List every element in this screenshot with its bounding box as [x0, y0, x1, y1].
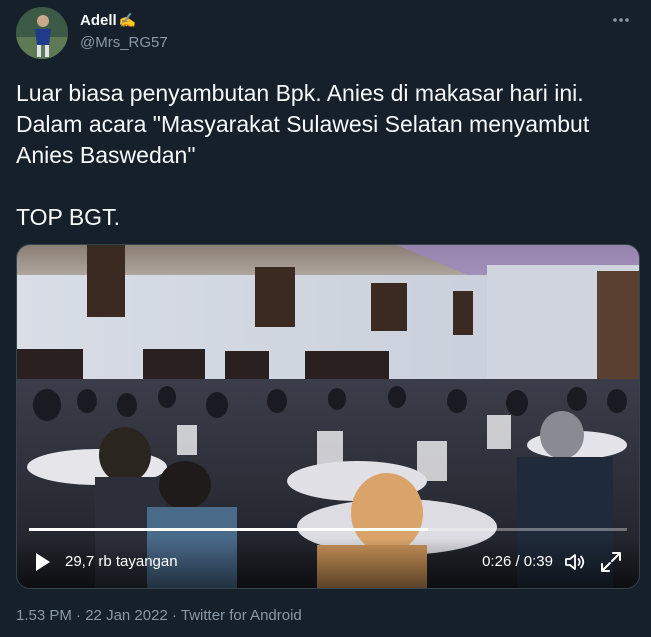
fullscreen-icon — [601, 552, 621, 572]
author-handle[interactable]: @Mrs_RG57 — [80, 34, 168, 51]
tweet-text: Luar biasa penyambutan Bpk. Anies di mak… — [16, 80, 590, 230]
play-icon — [36, 553, 50, 571]
tweet-source[interactable]: Twitter for Android — [181, 607, 302, 624]
author-name-text: Adell — [80, 12, 117, 29]
meta-separator: · — [171, 607, 177, 624]
play-button[interactable] — [35, 552, 51, 577]
volume-icon — [565, 554, 585, 570]
fullscreen-button[interactable] — [599, 550, 623, 579]
tweet-date[interactable]: 22 Jan 2022 — [85, 607, 168, 624]
meta-separator: · — [76, 607, 82, 624]
avatar-image — [16, 7, 68, 59]
tweet-time[interactable]: 1.53 PM — [16, 607, 72, 624]
video-progress-bar[interactable] — [29, 528, 627, 531]
avatar[interactable] — [16, 7, 68, 59]
tweet-metadata: 1.53 PM · 22 Jan 2022 · Twitter for Andr… — [16, 607, 302, 624]
video-timecode: 0:26 / 0:39 — [482, 553, 553, 570]
video-player[interactable]: 29,7 rb tayangan 0:26 / 0:39 — [16, 244, 640, 589]
writing-hand-emoji: ✍️ — [118, 12, 137, 28]
volume-button[interactable] — [563, 550, 587, 579]
video-controls: 29,7 rb tayangan 0:26 / 0:39 — [17, 538, 639, 588]
more-options-button[interactable] — [611, 10, 631, 30]
view-count: 29,7 rb tayangan — [65, 553, 178, 570]
author-name[interactable]: Adell ✍️ — [80, 12, 136, 29]
video-progress-fill — [29, 528, 428, 531]
more-horizontal-icon — [613, 18, 629, 22]
video-frame — [17, 245, 639, 588]
